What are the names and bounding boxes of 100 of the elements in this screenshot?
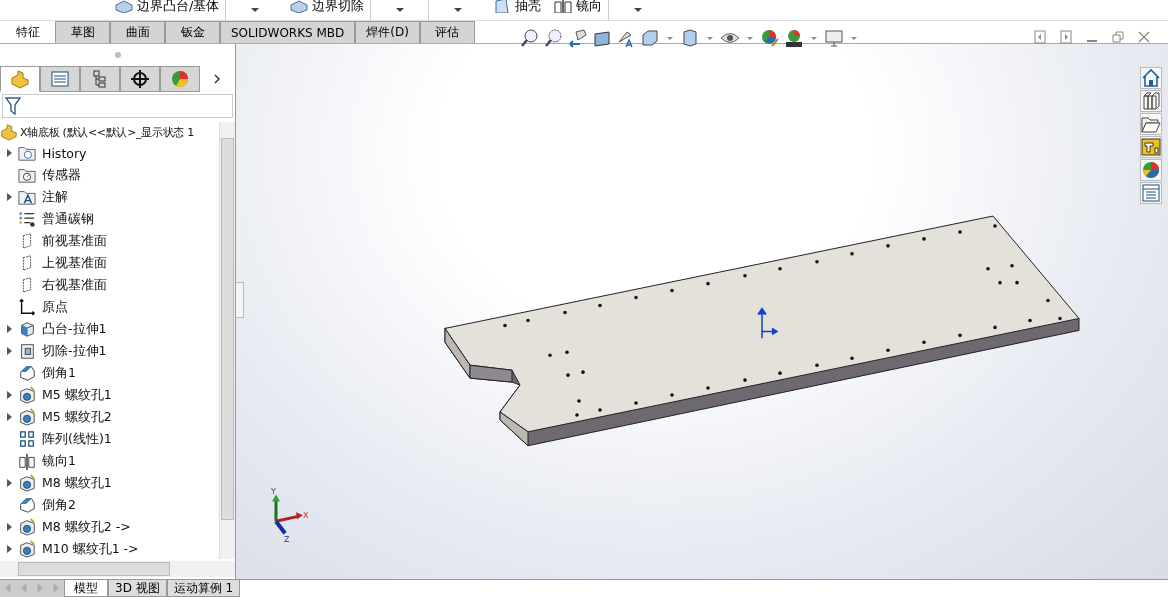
mirror-icon: [18, 452, 36, 470]
hole-icon: [18, 518, 36, 536]
origin-icon: [18, 298, 36, 316]
tree-item-label[interactable]: M5 螺纹孔2: [42, 408, 112, 426]
palette-icon[interactable]: [1141, 137, 1161, 157]
tile-right-icon[interactable]: [1060, 30, 1072, 44]
dropdown-caret-icon[interactable]: [747, 36, 753, 40]
expand-arrow-icon[interactable]: [6, 347, 12, 355]
appearance-icon[interactable]: [1141, 160, 1161, 180]
command-button[interactable]: 边界凸台/基体: [108, 0, 226, 16]
expand-arrow-icon[interactable]: [6, 479, 12, 487]
hole-icon: [18, 474, 36, 492]
expand-arrow-icon[interactable]: [6, 391, 12, 399]
filter-icon: [5, 97, 21, 115]
expand-arrow-icon[interactable]: [6, 413, 12, 421]
command-button[interactable]: 边界切除: [283, 0, 371, 16]
hole-icon: [18, 408, 36, 426]
tree-item-label[interactable]: 右视基准面: [42, 276, 107, 294]
vertical-scrollbar[interactable]: [219, 122, 235, 559]
section-view-icon[interactable]: [592, 28, 612, 48]
list-icon: [18, 210, 36, 228]
expand-arrow-icon[interactable]: [6, 545, 12, 553]
tree-item-label[interactable]: 倒角2: [42, 496, 76, 514]
expand-arrow-icon[interactable]: [6, 325, 12, 333]
close-icon[interactable]: [1138, 30, 1150, 44]
tree-item-label[interactable]: 切除-拉伸1: [42, 342, 107, 360]
books-icon[interactable]: [1141, 91, 1161, 111]
tree-item-label[interactable]: 凸台-拉伸1: [42, 320, 107, 338]
appearance-icon[interactable]: [760, 28, 780, 48]
zoom-area-icon[interactable]: [544, 28, 564, 48]
folder-icon: [18, 144, 36, 162]
crosshair-icon: [130, 69, 150, 89]
folder-icon: [18, 188, 36, 206]
tree-item-label[interactable]: 镜向1: [42, 452, 76, 470]
filter-field[interactable]: [2, 94, 233, 118]
monitor-icon[interactable]: [824, 28, 844, 48]
dropdown-caret-icon[interactable]: [811, 36, 817, 40]
tree-item-label[interactable]: 倒角1: [42, 364, 76, 382]
zoom-to-fit-icon[interactable]: [520, 28, 540, 48]
folder-icon: [18, 166, 36, 184]
tree-item-label[interactable]: 注解: [42, 188, 68, 206]
document-tab[interactable]: 模型: [64, 580, 108, 597]
color-wheel-icon: [170, 69, 190, 89]
custom-properties-icon[interactable]: [1141, 183, 1161, 203]
command-button[interactable]: 抽壳: [486, 0, 548, 16]
feature-icon: [18, 364, 36, 382]
display-style-icon[interactable]: [680, 28, 700, 48]
scene-icon[interactable]: [784, 28, 804, 48]
feature-icon: [18, 320, 36, 338]
previous-view-icon[interactable]: [568, 28, 588, 48]
expand-arrow-icon[interactable]: [6, 523, 12, 531]
horizontal-scrollbar[interactable]: [0, 561, 235, 577]
tree-item-label[interactable]: 普通碳钢: [42, 210, 94, 228]
tree-item-label[interactable]: M10 螺纹孔1 ->: [42, 540, 139, 558]
feature-icon: [18, 342, 36, 360]
expand-arrow-icon[interactable]: [6, 193, 12, 201]
feature-icon: [18, 496, 36, 514]
folder-icon[interactable]: [1141, 114, 1161, 134]
ribbon-tab[interactable]: 曲面: [110, 21, 165, 43]
part-icon: [0, 123, 18, 141]
panel-tab[interactable]: [120, 66, 160, 92]
hole-icon: [18, 386, 36, 404]
ribbon-tab[interactable]: 焊件(D): [355, 21, 420, 43]
solid-icon: [289, 0, 310, 13]
tree-root-label[interactable]: X轴底板 (默认<<默认>_显示状态 1: [20, 124, 194, 140]
ribbon-tab[interactable]: 评估: [419, 21, 475, 43]
tree-item-label[interactable]: 前视基准面: [42, 232, 107, 250]
ribbon-tab[interactable]: 草图: [55, 21, 110, 43]
mirror-icon: [553, 0, 574, 13]
dropdown-caret-icon[interactable]: [851, 36, 857, 40]
dropdown-caret-icon[interactable]: [707, 36, 713, 40]
part-icon: [10, 69, 30, 89]
tree-item-label[interactable]: M5 螺纹孔1: [42, 386, 112, 404]
document-tab[interactable]: 运动算例 1: [166, 580, 241, 597]
tree-item-label[interactable]: 上视基准面: [42, 254, 107, 272]
panel-collapse-handle[interactable]: [236, 282, 244, 318]
tree-item-label[interactable]: M8 螺纹孔1: [42, 474, 112, 492]
list-icon: [50, 69, 70, 89]
view-orientation-icon[interactable]: [640, 28, 660, 48]
tree-item-label[interactable]: 原点: [42, 298, 68, 316]
tree-item-label[interactable]: M8 螺纹孔2 ->: [42, 518, 131, 536]
ribbon-tab[interactable]: 钣金: [165, 21, 220, 43]
tree-item-label[interactable]: History: [42, 145, 87, 161]
ribbon-tab[interactable]: SOLIDWORKS MBD: [220, 21, 356, 43]
tile-left-icon[interactable]: [1034, 30, 1046, 44]
splitter-handle-icon[interactable]: [114, 52, 121, 58]
tree-item-label[interactable]: 传感器: [42, 166, 81, 184]
tree-item-label[interactable]: 阵列(线性)1: [42, 430, 112, 448]
home-icon[interactable]: [1141, 68, 1161, 88]
pattern-icon: [18, 430, 36, 448]
dropdown-caret-icon[interactable]: [667, 36, 673, 40]
command-button[interactable]: 镜向: [547, 0, 609, 16]
restore-icon[interactable]: [1112, 30, 1124, 44]
expand-arrow-icon[interactable]: [6, 149, 12, 157]
axis-triad-icon: [272, 494, 303, 535]
document-tab[interactable]: 3D 视图: [108, 580, 167, 597]
chevron-right-icon[interactable]: [214, 74, 220, 84]
solid-icon: [114, 0, 134, 13]
hole-icon: [18, 540, 36, 558]
origin-axes-icon: [757, 307, 779, 340]
